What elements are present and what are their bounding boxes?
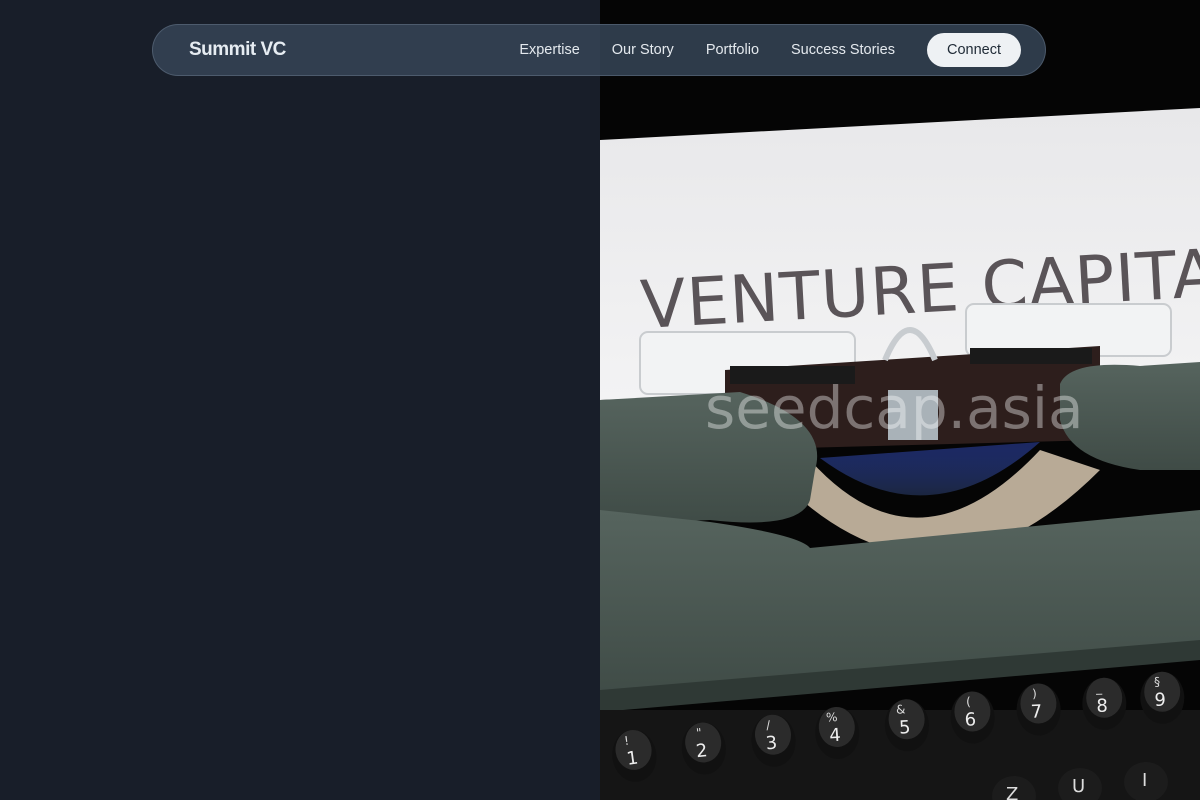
nav-link-success-stories[interactable]: Success Stories	[791, 42, 895, 58]
svg-text:I: I	[1142, 770, 1147, 791]
connect-button[interactable]: Connect	[926, 33, 1021, 67]
svg-text:%: %	[826, 710, 838, 725]
brand-logo-text[interactable]: Summit VC	[189, 39, 286, 61]
top-navbar: Summit VC Expertise Our Story Portfolio …	[152, 24, 1046, 76]
svg-text:§: §	[1154, 675, 1160, 689]
svg-text:6: 6	[964, 709, 976, 730]
svg-text:7: 7	[1030, 701, 1042, 722]
svg-text:(: (	[966, 695, 971, 709]
svg-text:5: 5	[899, 717, 912, 739]
svg-text:_: _	[1095, 681, 1103, 695]
nav-link-our-story[interactable]: Our Story	[612, 42, 674, 58]
svg-text:9: 9	[1154, 690, 1166, 711]
image-watermark: seedcap.asia	[705, 374, 1084, 442]
svg-text:Z: Z	[1006, 784, 1018, 800]
svg-text:U: U	[1072, 776, 1085, 797]
nav-link-portfolio[interactable]: Portfolio	[706, 42, 759, 58]
typewriter-photo: VENTURE CAPITAL seedcap.asia ! 1 " 2 / 3…	[600, 0, 1200, 800]
svg-text:&: &	[896, 702, 906, 716]
nav-link-expertise[interactable]: Expertise	[519, 42, 579, 58]
hero-left-panel	[0, 0, 600, 800]
svg-text:): )	[1032, 687, 1037, 701]
svg-text:4: 4	[829, 725, 842, 747]
svg-text:8: 8	[1096, 696, 1108, 717]
svg-text:3: 3	[765, 732, 778, 754]
svg-text:2: 2	[695, 740, 709, 762]
nav-links: Expertise Our Story Portfolio Success St…	[519, 33, 1021, 67]
hero-image: VENTURE CAPITAL seedcap.asia ! 1 " 2 / 3…	[600, 0, 1200, 800]
